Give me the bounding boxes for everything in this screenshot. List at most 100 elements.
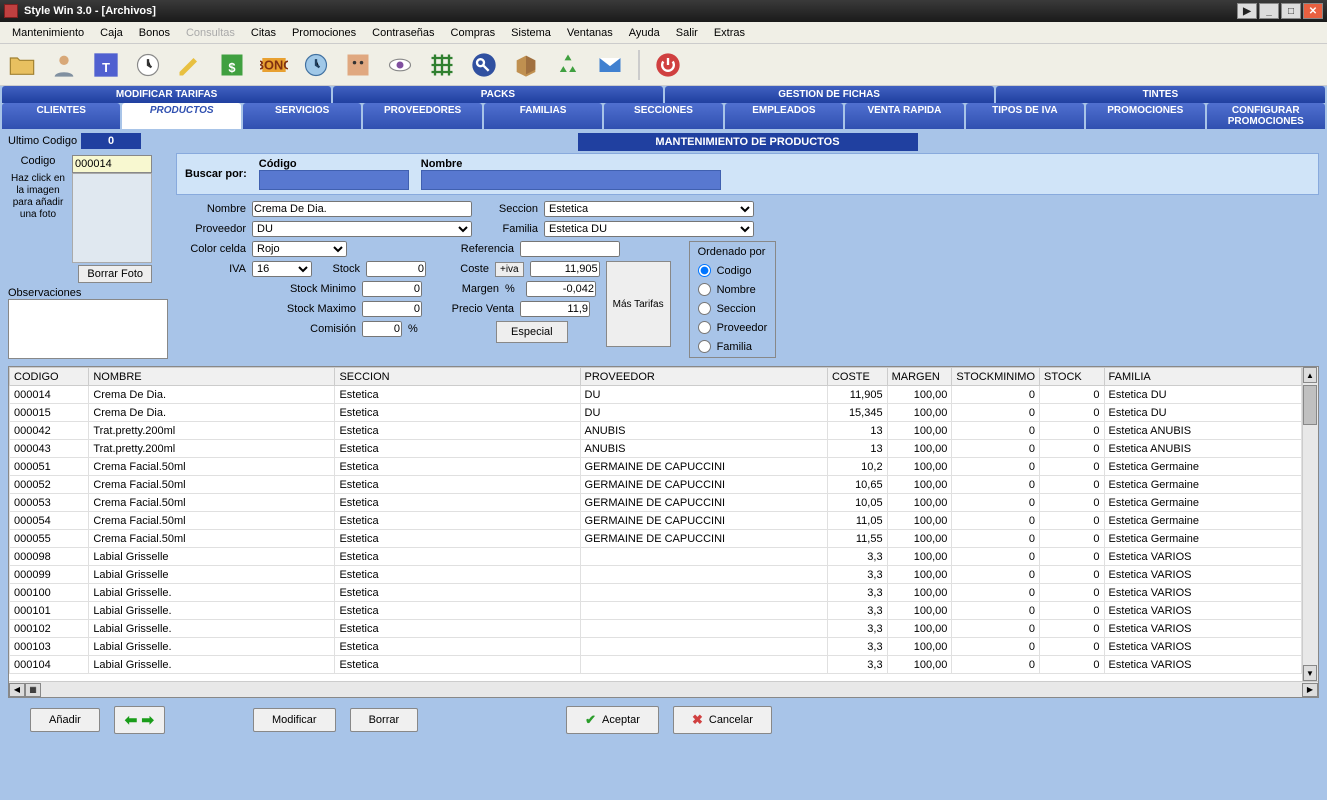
stockmax-input[interactable] — [362, 301, 422, 317]
subtab-productos[interactable]: PRODUCTOS — [122, 103, 240, 129]
subtab-familias[interactable]: FAMILIAS — [484, 103, 602, 129]
scroll-down-icon[interactable]: ▼ — [1303, 665, 1317, 681]
table-row[interactable]: 000043Trat.pretty.200mlEsteticaANUBIS131… — [10, 440, 1302, 458]
familia-select[interactable]: Estetica DU — [544, 221, 754, 237]
table-row[interactable]: 000051Crema Facial.50mlEsteticaGERMAINE … — [10, 458, 1302, 476]
maintab-tintes[interactable]: TINTES — [996, 86, 1325, 103]
subtab-secciones[interactable]: SECCIONES — [604, 103, 722, 129]
subtab-tipos-de-iva[interactable]: TIPOS DE IVA — [966, 103, 1084, 129]
col-proveedor[interactable]: PROVEEDOR — [580, 368, 827, 386]
eye-icon[interactable] — [382, 47, 418, 83]
col-codigo[interactable]: CODIGO — [10, 368, 89, 386]
menu-bonos[interactable]: Bonos — [131, 25, 178, 41]
subtab-servicios[interactable]: SERVICIOS — [243, 103, 361, 129]
margen-input[interactable] — [526, 281, 596, 297]
key-icon[interactable] — [466, 47, 502, 83]
vertical-scrollbar[interactable]: ▲ ▼ — [1302, 367, 1318, 681]
menu-sistema[interactable]: Sistema — [503, 25, 559, 41]
hscroll-box-icon[interactable]: ▦ — [25, 683, 41, 697]
borrar-button[interactable]: Borrar — [350, 708, 419, 732]
col-nombre[interactable]: NOMBRE — [89, 368, 335, 386]
table-row[interactable]: 000102Labial Grisselle.Estetica3,3100,00… — [10, 620, 1302, 638]
play-button[interactable]: ▶ — [1237, 3, 1257, 19]
subtab-venta-rapida[interactable]: VENTA RAPIDA — [845, 103, 963, 129]
power-icon[interactable] — [650, 47, 686, 83]
aceptar-button[interactable]: ✔Aceptar — [566, 706, 659, 734]
table-row[interactable]: 000100Labial Grisselle.Estetica3,3100,00… — [10, 584, 1302, 602]
table-row[interactable]: 000055Crema Facial.50mlEsteticaGERMAINE … — [10, 530, 1302, 548]
borrar-foto-button[interactable]: Borrar Foto — [78, 265, 152, 283]
search-nombre-input[interactable] — [421, 170, 721, 190]
table-row[interactable]: 000053Crema Facial.50mlEsteticaGERMAINE … — [10, 494, 1302, 512]
subtab-configurar-promociones[interactable]: CONFIGURAR PROMOCIONES — [1207, 103, 1325, 129]
menu-ventanas[interactable]: Ventanas — [559, 25, 621, 41]
search-codigo-input[interactable] — [259, 170, 409, 190]
subtab-empleados[interactable]: EMPLEADOS — [725, 103, 843, 129]
next-icon[interactable]: ➡ — [141, 711, 154, 729]
menu-citas[interactable]: Citas — [243, 25, 284, 41]
menu-salir[interactable]: Salir — [668, 25, 706, 41]
table-row[interactable]: 000099Labial GrisselleEstetica3,3100,000… — [10, 566, 1302, 584]
cancelar-button[interactable]: ✖Cancelar — [673, 706, 772, 734]
minimize-button[interactable]: _ — [1259, 3, 1279, 19]
codigo-input[interactable] — [72, 155, 152, 173]
color-select[interactable]: Rojo — [252, 241, 347, 257]
subtab-proveedores[interactable]: PROVEEDORES — [363, 103, 481, 129]
col-seccion[interactable]: SECCION — [335, 368, 580, 386]
maintab-gestion-de-fichas[interactable]: GESTION DE FICHAS — [665, 86, 994, 103]
scroll-thumb[interactable] — [1303, 385, 1317, 425]
seccion-select[interactable]: Estetica — [544, 201, 754, 217]
modificar-button[interactable]: Modificar — [253, 708, 336, 732]
scroll-up-icon[interactable]: ▲ — [1303, 367, 1317, 383]
nombre-input[interactable] — [252, 201, 472, 217]
table-row[interactable]: 000042Trat.pretty.200mlEsteticaANUBIS131… — [10, 422, 1302, 440]
col-familia[interactable]: FAMILIA — [1104, 368, 1301, 386]
order-option-familia[interactable]: Familia — [698, 340, 768, 353]
close-button[interactable]: ✕ — [1303, 3, 1323, 19]
coste-iva-button[interactable]: +iva — [495, 262, 524, 277]
money-icon[interactable]: $ — [214, 47, 250, 83]
menu-compras[interactable]: Compras — [443, 25, 504, 41]
photo-zone[interactable] — [72, 173, 152, 263]
col-stock[interactable]: STOCK — [1040, 368, 1105, 386]
comision-input[interactable] — [362, 321, 402, 337]
order-option-codigo[interactable]: Codigo — [698, 264, 768, 277]
maximize-button[interactable]: □ — [1281, 3, 1301, 19]
table-row[interactable]: 000015Crema De Dia.EsteticaDU15,345100,0… — [10, 404, 1302, 422]
mas-tarifas-button[interactable]: Más Tarifas — [606, 261, 671, 347]
referencia-input[interactable] — [520, 241, 620, 257]
horizontal-scrollbar[interactable]: ◀ ▦ ▶ — [9, 681, 1318, 697]
bonus-icon[interactable]: BONO — [256, 47, 292, 83]
clock2-icon[interactable] — [298, 47, 334, 83]
face-icon[interactable] — [340, 47, 376, 83]
table-row[interactable]: 000014Crema De Dia.EsteticaDU11,905100,0… — [10, 386, 1302, 404]
order-option-proveedor[interactable]: Proveedor — [698, 321, 768, 334]
grid-icon[interactable] — [424, 47, 460, 83]
hscroll-left-icon[interactable]: ◀ — [9, 683, 25, 697]
maintab-packs[interactable]: PACKS — [333, 86, 662, 103]
box-icon[interactable] — [508, 47, 544, 83]
table-row[interactable]: 000054Crema Facial.50mlEsteticaGERMAINE … — [10, 512, 1302, 530]
order-option-seccion[interactable]: Seccion — [698, 302, 768, 315]
menu-promociones[interactable]: Promociones — [284, 25, 364, 41]
person-icon[interactable] — [46, 47, 82, 83]
text-icon[interactable]: T — [88, 47, 124, 83]
menu-mantenimiento[interactable]: Mantenimiento — [4, 25, 92, 41]
col-margen[interactable]: MARGEN — [887, 368, 952, 386]
prev-icon[interactable]: ⬅ — [125, 711, 138, 729]
table-row[interactable]: 000052Crema Facial.50mlEsteticaGERMAINE … — [10, 476, 1302, 494]
table-row[interactable]: 000101Labial Grisselle.Estetica3,3100,00… — [10, 602, 1302, 620]
coste-input[interactable] — [530, 261, 600, 277]
table-row[interactable]: 000103Labial Grisselle.Estetica3,3100,00… — [10, 638, 1302, 656]
hscroll-right-icon[interactable]: ▶ — [1302, 683, 1318, 697]
table-row[interactable]: 000098Labial GrisselleEstetica3,3100,000… — [10, 548, 1302, 566]
table-row[interactable]: 000104Labial Grisselle.Estetica3,3100,00… — [10, 656, 1302, 674]
stockmin-input[interactable] — [362, 281, 422, 297]
folder-icon[interactable] — [4, 47, 40, 83]
maintab-modificar-tarifas[interactable]: MODIFICAR TARIFAS — [2, 86, 331, 103]
clock-icon[interactable] — [130, 47, 166, 83]
iva-select[interactable]: 16 — [252, 261, 312, 277]
menu-contraseñas[interactable]: Contraseñas — [364, 25, 442, 41]
order-option-nombre[interactable]: Nombre — [698, 283, 768, 296]
stock-input[interactable] — [366, 261, 426, 277]
